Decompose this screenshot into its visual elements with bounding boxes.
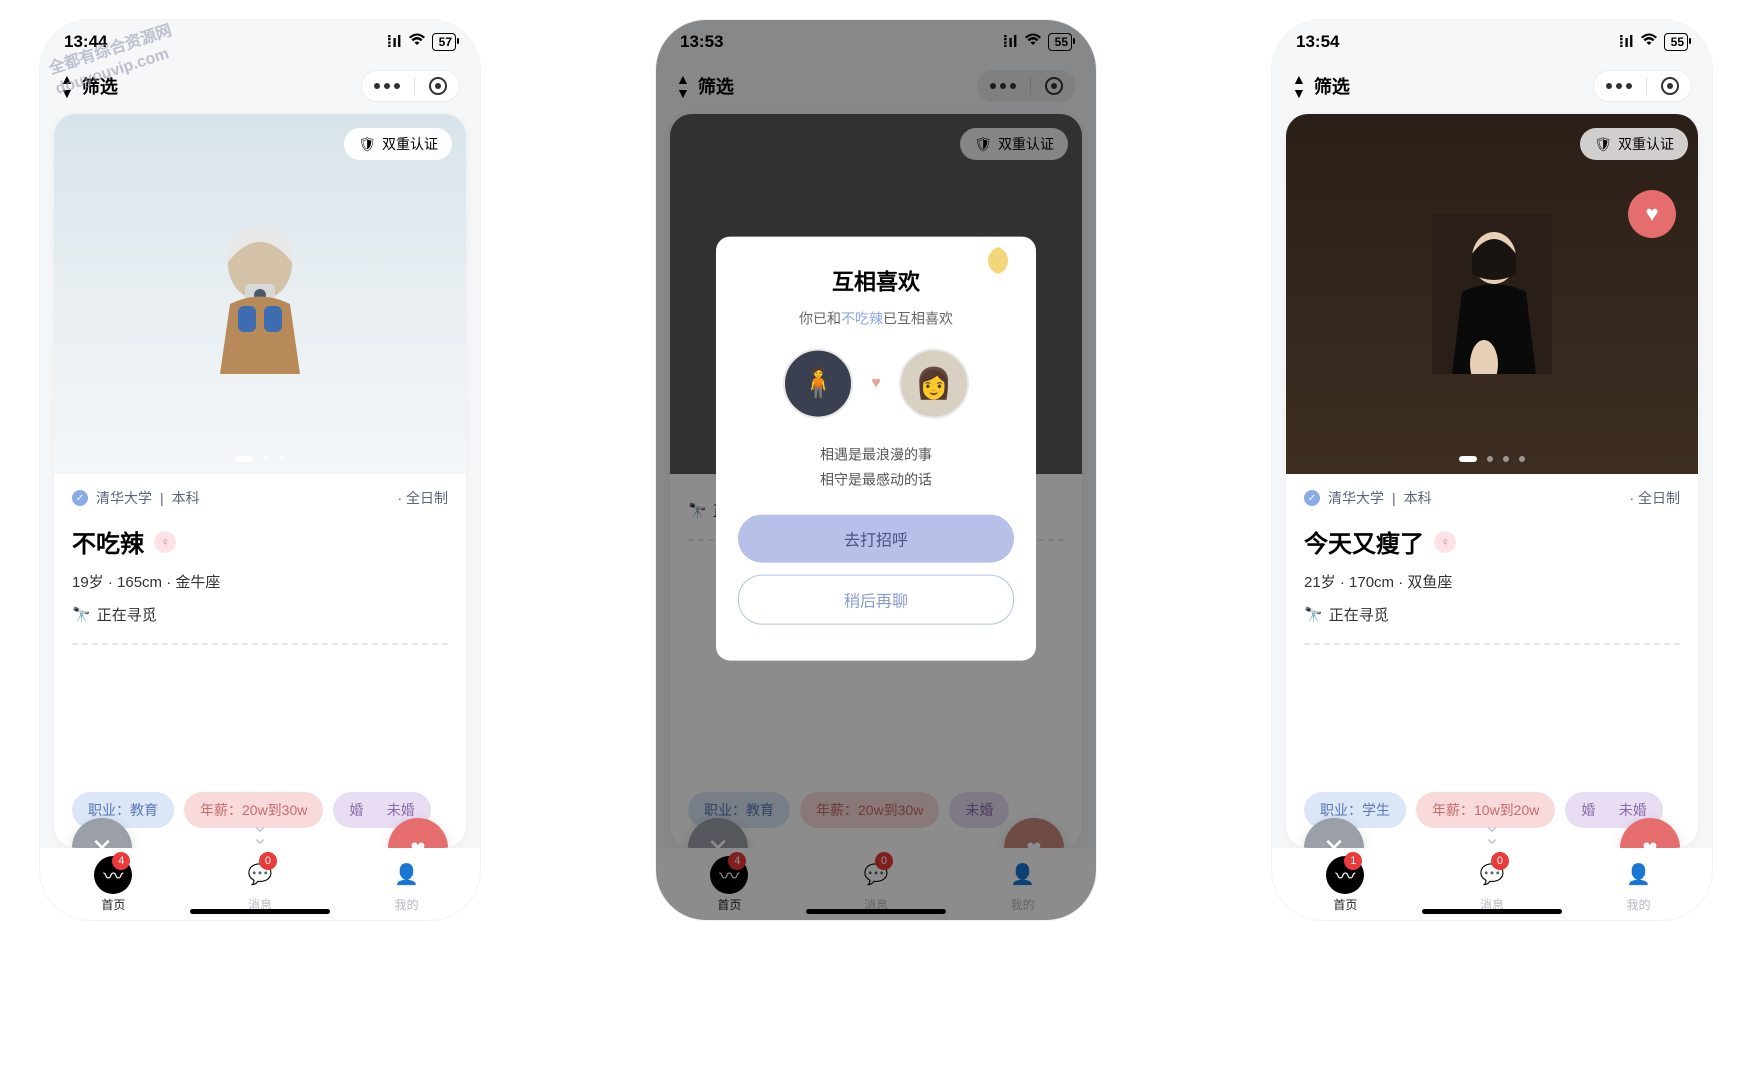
greet-button[interactable]: 去打招呼 — [738, 515, 1014, 563]
tag-area: 职业：教育 年薪：20w到30w 婚 未婚 ✕ ♥ ⌄⌄ — [54, 776, 466, 848]
telescope-icon: 🔭 — [1304, 606, 1323, 624]
signal-icon: ⁞ıl — [1619, 32, 1634, 52]
filter-button[interactable]: ▲▼筛选 — [1292, 72, 1350, 100]
modal-poem: 相遇是最浪漫的事相守是最感动的话 — [738, 443, 1014, 493]
tab-me[interactable]: 👤我的 — [1620, 856, 1658, 913]
shield-icon: 🛡 — [358, 136, 376, 153]
carousel-dots — [1459, 456, 1525, 462]
badge: 4 — [112, 852, 130, 870]
tabbar: 〰首页4 💬消息0 👤我的 — [40, 848, 480, 920]
filter-button[interactable]: ▲▼筛选 — [60, 72, 118, 100]
user-icon: 👤 — [1620, 856, 1658, 894]
battery-icon: 57 — [432, 33, 456, 51]
photo-carousel[interactable]: 🛡双重认证 ♥ — [1286, 114, 1698, 474]
seeking-status: 🔭正在寻觅 — [72, 604, 448, 625]
miniprogram-capsule[interactable] — [1593, 70, 1692, 102]
tab-messages[interactable]: 💬消息0 — [241, 856, 279, 913]
modal-subtitle: 你已和不吃辣已互相喜欢 — [738, 309, 1014, 329]
target-icon — [1661, 77, 1679, 95]
status-bar: 13:54 ⁞ıl 55 — [1272, 20, 1712, 64]
tab-messages[interactable]: 💬消息0 — [1473, 856, 1511, 913]
battery-icon: 55 — [1664, 33, 1688, 51]
sort-icon: ▲▼ — [1292, 72, 1306, 100]
tag-area: 职业：学生 年薪：10w到20w 婚 未婚 ✕ ♥ ⌄⌄ — [1286, 776, 1698, 848]
verified-icon: ✓ — [1304, 490, 1320, 506]
phone-screen-3: 13:54 ⁞ıl 55 ▲▼筛选 🛡双重认证 ♥ ✓清华大学|本科 · 全日制 … — [1272, 20, 1712, 920]
phone-screen-2: 13:53 ⁞ıl55 ▲▼筛选 🛡双重认证 🔭正在寻觅 职业：教育 年薪：20… — [656, 20, 1096, 920]
profile-card[interactable]: 🛡双重认证 ✓清华大学|本科 · 全日制 不吃辣 ♀ 19岁 · 165cm · … — [54, 114, 466, 848]
header: ▲▼筛选 — [1272, 64, 1712, 114]
profile-name: 不吃辣 — [72, 524, 144, 559]
time: 13:54 — [1296, 32, 1339, 52]
heart-icon: ♥ — [871, 375, 881, 393]
avatar-row: 🧍 ♥ 👩 — [738, 349, 1014, 419]
carousel-dots — [235, 456, 285, 462]
wifi-icon — [1640, 32, 1658, 52]
profile-name: 今天又瘦了 — [1304, 524, 1424, 559]
time: 13:44 — [64, 32, 107, 52]
moon-icon — [988, 247, 1016, 275]
telescope-icon: 🔭 — [72, 606, 91, 624]
user-icon: 👤 — [388, 856, 426, 894]
profile-stats: 21岁 · 170cm · 双鱼座 — [1304, 571, 1680, 592]
later-button[interactable]: 稍后再聊 — [738, 575, 1014, 625]
status-bar: 13:44 ⁞ıl 57 — [40, 20, 480, 64]
sort-icon: ▲▼ — [60, 72, 74, 100]
education-row: ✓清华大学|本科 · 全日制 — [1304, 488, 1680, 508]
seeking-status: 🔭正在寻觅 — [1304, 604, 1680, 625]
wifi-icon — [408, 32, 426, 52]
signal-icon: ⁞ıl — [387, 32, 402, 52]
phone-screen-1: 全都有综合资源网douyouvip.com 13:44 ⁞ıl 57 ▲▼筛选 … — [40, 20, 480, 920]
gender-icon: ♀ — [154, 531, 176, 553]
tab-home[interactable]: 〰首页4 — [94, 856, 132, 913]
gender-icon: ♀ — [1434, 531, 1456, 553]
verified-icon: ✓ — [72, 490, 88, 506]
education-row: ✓清华大学|本科 · 全日制 — [72, 488, 448, 508]
tabbar: 〰首页1 💬消息0 👤我的 — [1272, 848, 1712, 920]
target-icon — [429, 77, 447, 95]
header: ▲▼筛选 — [40, 64, 480, 114]
more-icon — [1606, 83, 1632, 89]
chevron-down-icon: ⌄⌄ — [252, 820, 269, 844]
photo-carousel[interactable]: 🛡双重认证 — [54, 114, 466, 474]
profile-stats: 19岁 · 165cm · 金牛座 — [72, 571, 448, 592]
verify-badge: 🛡双重认证 — [344, 128, 452, 160]
avatar-other: 👩 — [899, 349, 969, 419]
avatar-self: 🧍 — [783, 349, 853, 419]
chevron-down-icon: ⌄⌄ — [1484, 820, 1501, 844]
verify-badge: 🛡双重认证 — [1580, 128, 1688, 160]
liked-heart-badge: ♥ — [1628, 190, 1676, 238]
tab-home[interactable]: 〰首页1 — [1326, 856, 1364, 913]
tab-me[interactable]: 👤我的 — [388, 856, 426, 913]
more-icon — [374, 83, 400, 89]
miniprogram-capsule[interactable] — [361, 70, 460, 102]
modal-title: 互相喜欢 — [738, 265, 1014, 297]
badge: 0 — [259, 852, 277, 870]
profile-card[interactable]: 🛡双重认证 ♥ ✓清华大学|本科 · 全日制 今天又瘦了 ♀ 21岁 · 170c… — [1286, 114, 1698, 848]
match-modal: 互相喜欢 你已和不吃辣已互相喜欢 🧍 ♥ 👩 相遇是最浪漫的事相守是最感动的话 … — [716, 237, 1036, 661]
